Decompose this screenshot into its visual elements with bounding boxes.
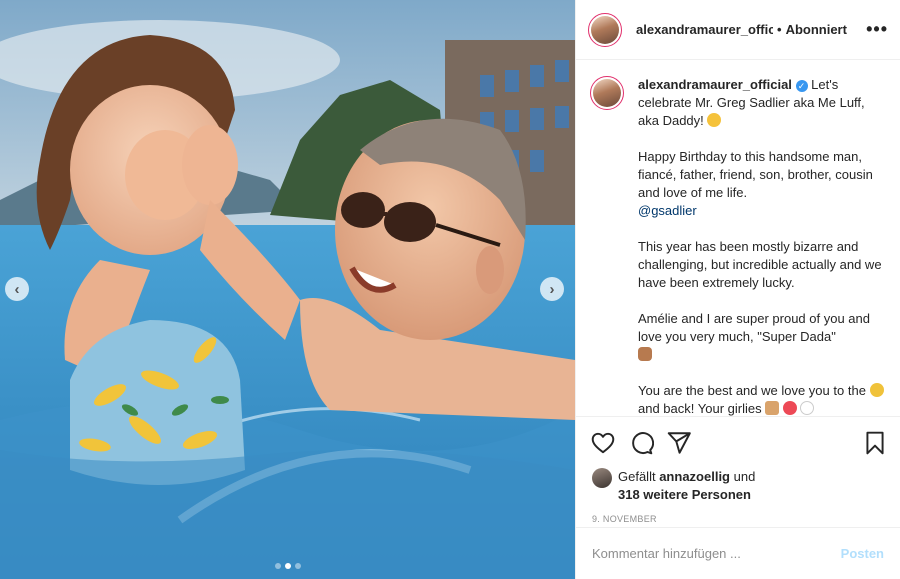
heart-emoji-icon [782,401,797,415]
instagram-post: ‹ › alexandramaurer_offic • Abonniert ••… [0,0,900,579]
comment-input[interactable] [592,546,841,561]
caption-text: alexandramaurer_official ✓ Let's celebra… [638,76,886,416]
comment-icon[interactable] [628,430,654,456]
header-separator: • [777,22,782,37]
likes-conj: und [733,469,756,484]
caption-paragraph-3: Amélie and I are super proud of you and … [638,311,870,344]
caption-paragraph-4b: the [847,383,866,398]
carousel-indicator [0,563,575,569]
girls-emoji-icon [765,401,780,415]
likes-prefix: Gefällt [618,469,656,484]
caption-area: alexandramaurer_official ✓ Let's celebra… [576,60,900,416]
caption-username[interactable]: alexandramaurer_official [638,77,792,92]
follow-status-button[interactable]: Abonniert [786,22,847,37]
likes-others-link[interactable]: 318 weitere Personen [618,487,751,502]
caption-avatar[interactable] [590,76,624,110]
post-header: alexandramaurer_offic • Abonniert ••• [576,0,900,60]
carousel-dot [284,563,291,569]
post-sidebar: alexandramaurer_offic • Abonniert ••• al… [575,0,900,579]
moon-emoji-icon [869,383,884,397]
verified-badge-icon: ✓ [795,80,808,92]
photo-scene [0,0,575,579]
flexed-biceps-emoji-icon [638,347,652,361]
action-bar [576,416,900,468]
share-paper-plane-icon[interactable] [666,430,692,456]
post-photo[interactable]: ‹ › [0,0,575,579]
party-emoji-icon [707,113,722,127]
caption-paragraph-4c: and back! Your girlies [638,401,762,416]
caption-paragraph-1: Happy Birthday to this handsome man, fia… [638,149,873,200]
header-username[interactable]: alexandramaurer_offic [636,22,773,37]
more-options-icon[interactable]: ••• [866,19,888,40]
like-heart-icon[interactable] [590,430,616,456]
carousel-prev-button[interactable]: ‹ [5,277,29,301]
carousel-dot [294,563,301,569]
carousel-dot [274,563,281,569]
liker-avatar[interactable] [592,468,612,488]
avatar[interactable] [588,12,622,47]
carousel-next-button[interactable]: › [540,277,564,301]
post-comment-button[interactable]: Posten [841,546,884,561]
save-bookmark-icon[interactable] [862,430,888,456]
caption-paragraph-4a: You are the best and we love you to [638,383,845,398]
white-heart-emoji-icon [800,401,815,415]
liker-username[interactable]: annazoellig [659,469,730,484]
comment-form: Posten [576,527,900,579]
mention-link[interactable]: @gsadlier [638,203,697,218]
caption-paragraph-2: This year has been mostly bizarre and ch… [638,239,882,290]
likes-summary: Gefällt annazoellig und 318 weitere Pers… [576,468,900,504]
